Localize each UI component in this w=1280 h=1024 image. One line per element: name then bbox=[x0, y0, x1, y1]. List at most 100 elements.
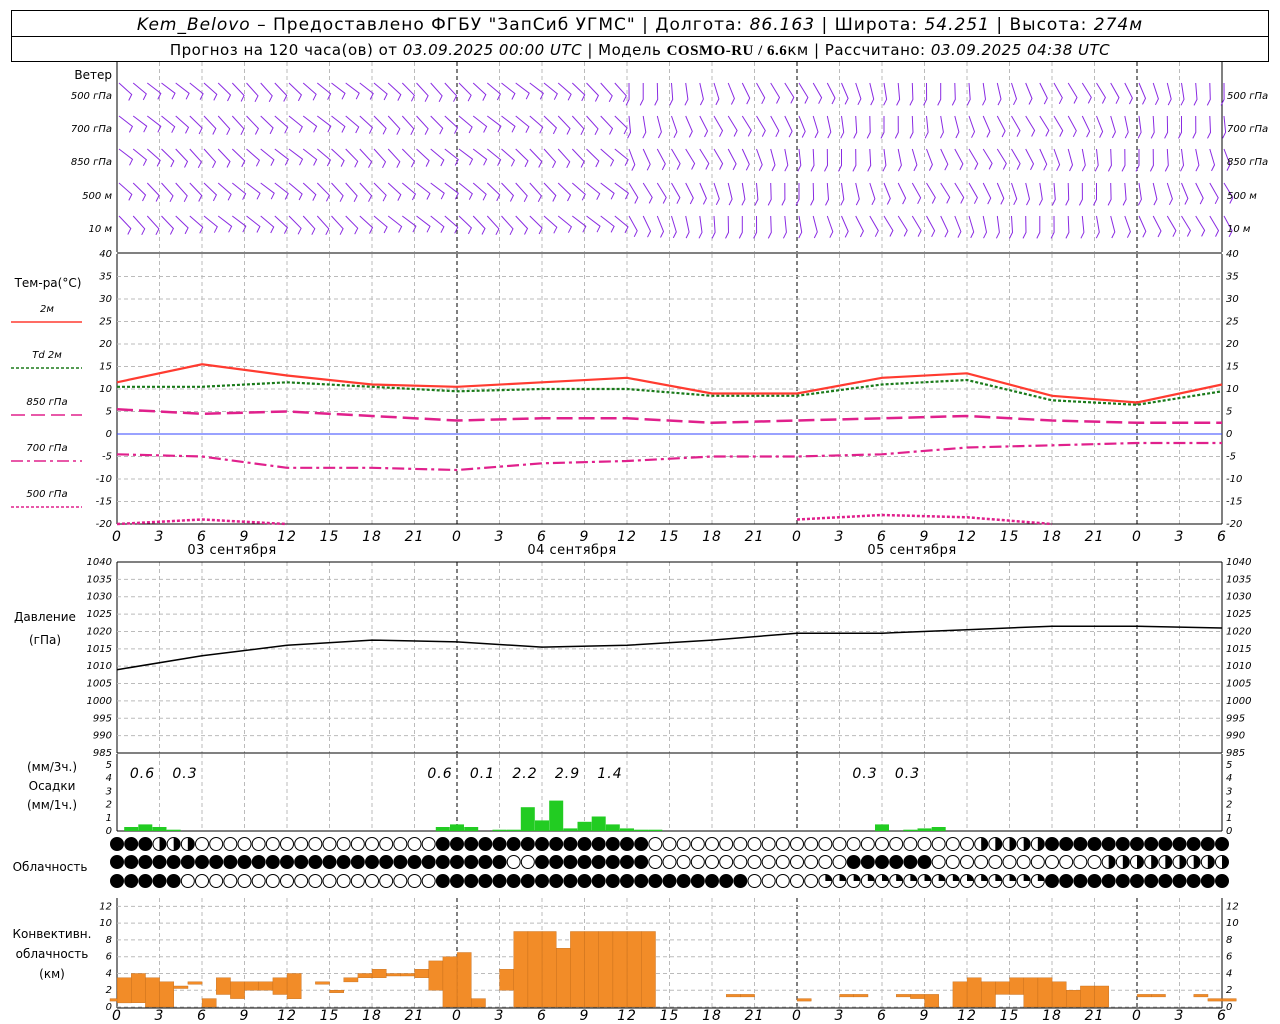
wind-barb bbox=[812, 115, 819, 139]
precip-ytick-right: 3 bbox=[1226, 786, 1232, 797]
cloud-cell bbox=[265, 874, 280, 888]
wind-barb bbox=[1107, 182, 1112, 206]
cloud-cell-fill bbox=[110, 855, 124, 869]
cloud-cell bbox=[1059, 855, 1074, 869]
precip-bar bbox=[520, 807, 535, 831]
precip-bar bbox=[138, 824, 153, 831]
cloud-cell-fill bbox=[875, 855, 889, 869]
wind-barb bbox=[246, 115, 260, 135]
cloud-cell-fill bbox=[124, 874, 138, 888]
meteogram: Kem_Belovo – Предоставлено ФГБУ "ЗапСиб … bbox=[11, 10, 1269, 1024]
cloud-cell bbox=[1045, 855, 1059, 869]
wind-barb bbox=[855, 182, 860, 206]
conv-ytick-right: 12 bbox=[1226, 901, 1239, 912]
cloud-cell-fill bbox=[719, 874, 733, 888]
cloud-cell-fill bbox=[110, 874, 124, 888]
wind-barb bbox=[911, 182, 922, 205]
cloud-cell-fill bbox=[187, 837, 195, 851]
conv-title-3: (км) bbox=[39, 967, 65, 981]
temp-xtick: 3 bbox=[1175, 529, 1185, 545]
cloud-cell bbox=[860, 837, 875, 851]
cloud-cell bbox=[733, 837, 748, 851]
wind-barb bbox=[940, 148, 949, 171]
wind-barb bbox=[1180, 82, 1185, 106]
conv-cloud-bar bbox=[924, 994, 939, 1008]
wind-barb bbox=[274, 82, 288, 102]
wind-barb bbox=[345, 82, 360, 100]
cloud-cell-fill bbox=[535, 855, 549, 869]
cloud-cell-fill bbox=[1037, 837, 1045, 851]
wind-barb bbox=[1164, 148, 1169, 172]
wind-barb bbox=[671, 148, 681, 170]
conv-cloud-bar bbox=[981, 981, 996, 1008]
precip-unit-3h: (мм/3ч.) bbox=[27, 760, 77, 774]
conv-cloud-bar bbox=[400, 973, 415, 977]
cloud-cell bbox=[1087, 855, 1102, 869]
cloud-cell bbox=[662, 837, 677, 851]
temp-ytick-right: -10 bbox=[1226, 474, 1242, 485]
cloud-cell-fill bbox=[1215, 874, 1229, 888]
wind-barb bbox=[711, 215, 716, 239]
pressure-ytick-right: 1005 bbox=[1226, 679, 1251, 690]
cloud-cell-fill bbox=[153, 874, 166, 888]
cloud-cell-fill bbox=[1173, 874, 1186, 888]
wind-barb bbox=[698, 215, 703, 239]
wind-barb bbox=[458, 82, 472, 102]
temp-ytick-right: -20 bbox=[1226, 519, 1242, 530]
wind-barb bbox=[515, 148, 529, 168]
wind-barb bbox=[302, 82, 317, 101]
precip-total-label: 2.2 bbox=[512, 766, 537, 782]
wind-barb bbox=[741, 148, 750, 171]
pressure-ytick-left: 1040 bbox=[87, 557, 112, 568]
pressure-ytick-left: 1000 bbox=[87, 696, 112, 707]
precip-bar bbox=[605, 824, 620, 831]
cloud-cell bbox=[1002, 855, 1017, 869]
conv-cloud-bar bbox=[471, 998, 486, 1008]
wind-barb bbox=[812, 82, 823, 104]
wind-barb bbox=[472, 148, 488, 166]
cloud-cell-fill bbox=[839, 874, 846, 881]
wind-barb bbox=[812, 215, 818, 239]
wind-barb bbox=[656, 115, 662, 139]
precip-ytick-left: 1 bbox=[106, 813, 112, 824]
conv-xtick: 15 bbox=[320, 1008, 340, 1024]
wind-barb bbox=[727, 148, 737, 171]
conv-cloud-bar bbox=[1151, 994, 1166, 998]
cloud-cell-fill bbox=[478, 855, 492, 869]
wind-barb bbox=[345, 115, 360, 134]
temp-xtick: 12 bbox=[957, 529, 977, 545]
conv-xtick: 0 bbox=[1132, 1008, 1142, 1024]
wind-barb bbox=[727, 82, 735, 105]
precip-unit-1h: (мм/1ч.) bbox=[27, 798, 77, 812]
conv-xtick: 6 bbox=[1217, 1008, 1227, 1024]
wind-barb bbox=[486, 215, 500, 236]
date-label: 03 сентября bbox=[187, 543, 276, 558]
wind-barb bbox=[727, 182, 733, 206]
precip-ytick-left: 5 bbox=[106, 760, 112, 771]
precip-bar bbox=[903, 829, 918, 831]
temp-xtick: 15 bbox=[320, 529, 340, 545]
cloud-cell-fill bbox=[1151, 855, 1158, 869]
conv-cloud-bar bbox=[315, 981, 330, 985]
cloud-cell bbox=[747, 855, 762, 869]
wind-barb bbox=[699, 82, 704, 106]
cloud-cell-fill bbox=[379, 855, 393, 869]
cloud-cell-fill bbox=[592, 874, 606, 888]
cloud-cell-fill bbox=[493, 837, 506, 851]
cloud-cell-fill bbox=[1073, 837, 1087, 851]
wind-barb bbox=[614, 115, 628, 135]
wind-barb bbox=[1036, 216, 1041, 239]
wind-barb bbox=[203, 182, 218, 202]
cloud-cell-fill bbox=[167, 855, 181, 869]
conv-cloud-bar bbox=[1080, 985, 1095, 1008]
wind-barb bbox=[869, 182, 876, 206]
conv-cloud-bar bbox=[740, 994, 755, 998]
cloud-cell-fill bbox=[280, 855, 294, 869]
wind-barb bbox=[189, 82, 204, 100]
wind-barb bbox=[699, 182, 707, 205]
wind-barb bbox=[373, 115, 387, 135]
wind-barb bbox=[642, 115, 647, 139]
cloud-cell bbox=[237, 837, 252, 851]
cloud-cell bbox=[775, 874, 790, 888]
wind-barb bbox=[756, 115, 766, 137]
